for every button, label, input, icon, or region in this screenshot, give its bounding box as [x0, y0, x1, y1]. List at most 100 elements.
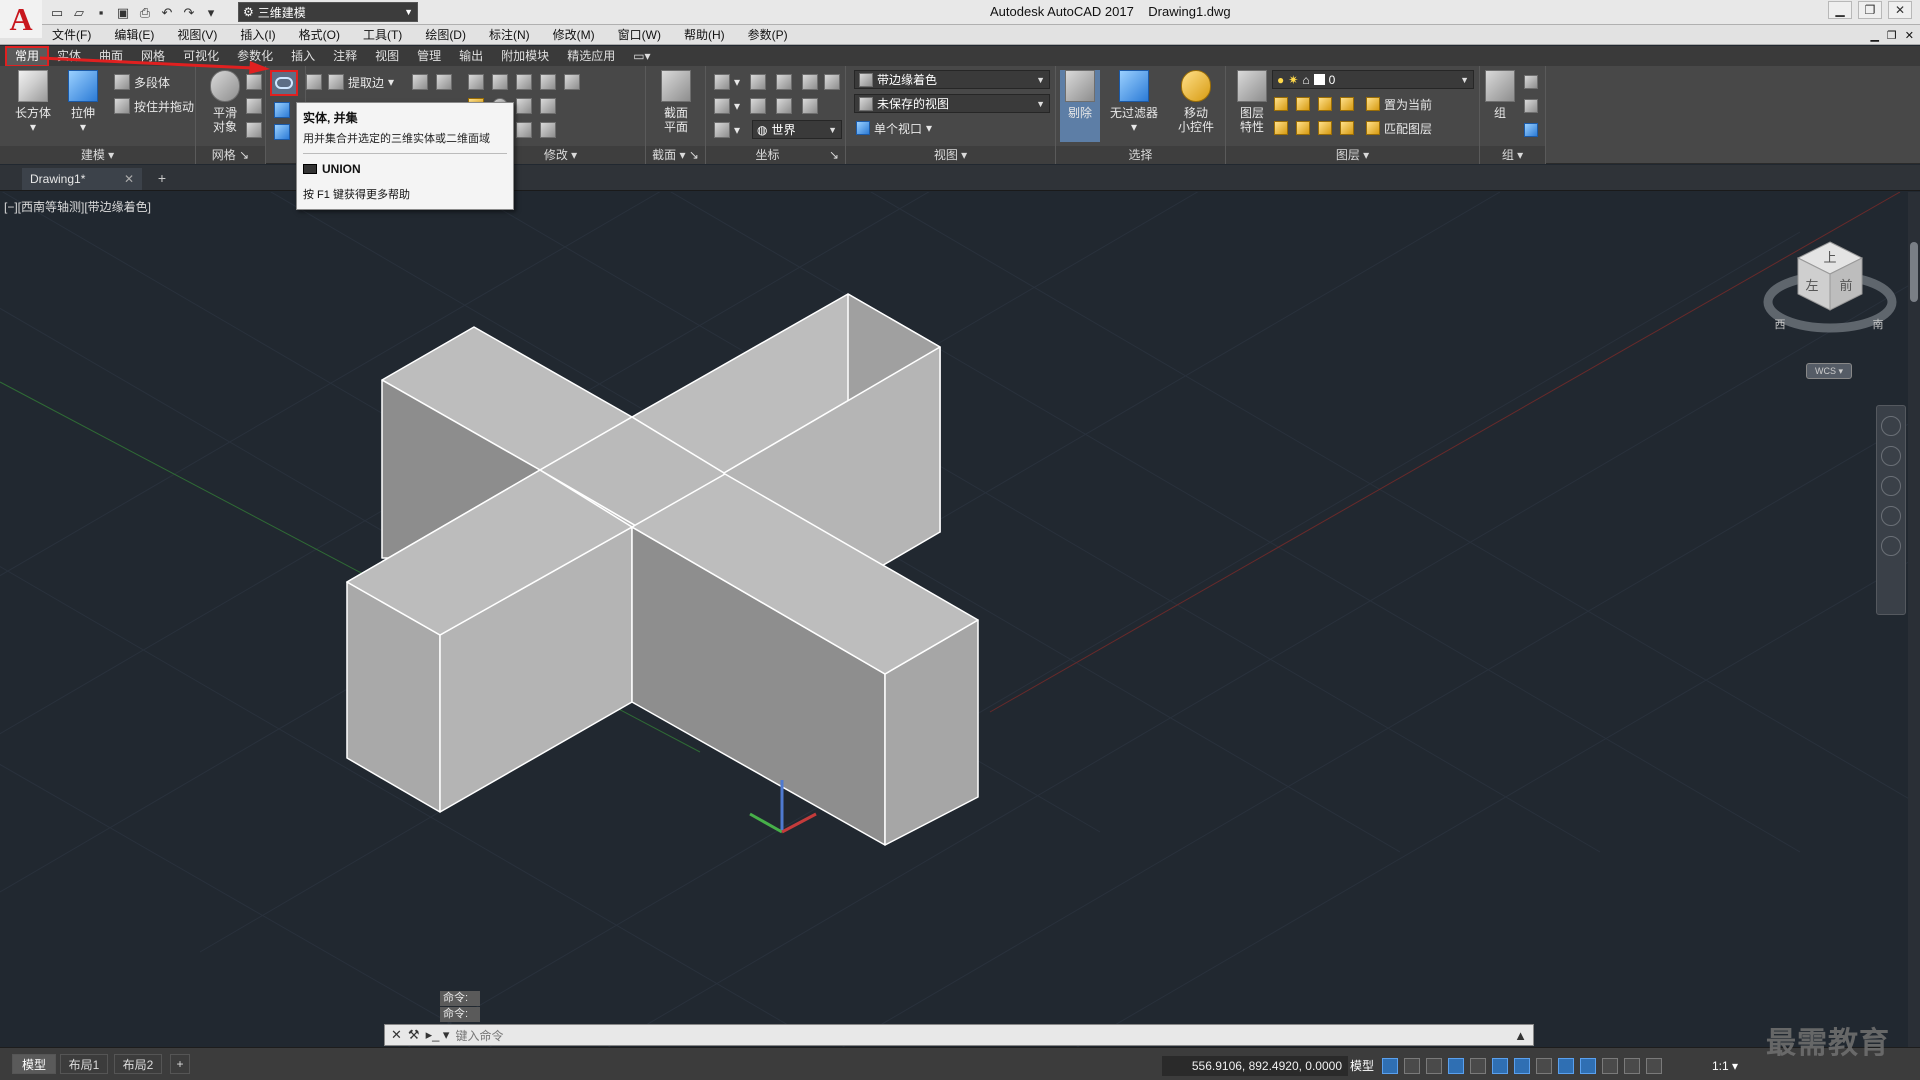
offset-button[interactable] — [412, 72, 428, 92]
layer-properties-button[interactable]: 图层 特性 — [1230, 70, 1274, 142]
wcs-menu-button[interactable]: WCS ▾ — [1806, 363, 1852, 379]
slice-button[interactable] — [306, 72, 322, 92]
menu-item-0[interactable]: 文件(F) — [52, 26, 91, 43]
ribbon-tab-6[interactable]: 插入 — [282, 47, 324, 66]
intersect-button[interactable] — [274, 122, 290, 142]
saved-view-select[interactable]: 未保存的视图 ▼ — [854, 94, 1050, 113]
menu-item-4[interactable]: 格式(O) — [299, 26, 340, 43]
ribbon-tab-3[interactable]: 网格 — [132, 47, 174, 66]
polar-icon[interactable] — [1448, 1058, 1464, 1074]
layer-tool-8[interactable] — [1340, 118, 1354, 138]
mirror-button[interactable] — [540, 72, 556, 92]
culling-button[interactable]: 剔除 — [1060, 70, 1100, 142]
viewcube[interactable]: 上 左 前 西 南 — [1760, 230, 1900, 350]
command-prompt-icon[interactable]: ▸_ ▾ — [426, 1027, 450, 1043]
group-tool-1[interactable] — [1524, 72, 1538, 92]
close-icon[interactable]: ✕ — [1888, 1, 1912, 19]
wrench-icon[interactable]: ⚒ — [408, 1027, 420, 1043]
layer-tool-5[interactable] — [1274, 118, 1288, 138]
modify-tool-h[interactable] — [540, 120, 556, 140]
ribbon-tab-4[interactable]: 可视化 — [174, 47, 228, 66]
scrollbar-thumb[interactable] — [1910, 242, 1918, 302]
group-tool-3[interactable] — [1524, 120, 1538, 140]
save-icon[interactable]: ▪ — [92, 4, 110, 22]
menu-item-8[interactable]: 修改(M) — [553, 26, 595, 43]
smooth-object-button[interactable]: 平滑 对象 — [200, 70, 250, 142]
chevron-up-icon[interactable]: ▲ — [1514, 1028, 1527, 1043]
ucs-tool-7[interactable] — [776, 96, 792, 116]
workspace-selector[interactable]: ⚙ 三维建模 ▼ — [238, 2, 418, 22]
panel-title-layers[interactable]: 图层 ▾ — [1226, 146, 1479, 164]
menu-item-1[interactable]: 编辑(E) — [114, 26, 154, 43]
object-snap-tracking-icon[interactable] — [1492, 1058, 1508, 1074]
ucs-tool-8[interactable] — [802, 96, 818, 116]
drawing-viewport[interactable]: [−][西南等轴测][带边缘着色] 上 左 前 西 南 WCS ▾ — [0, 192, 1920, 1047]
box-button[interactable]: 长方体 ▾ — [8, 70, 58, 142]
new-tab-button[interactable]: + — [152, 170, 172, 188]
ribbon-tab-11[interactable]: 附加模块 — [492, 47, 558, 66]
panel-title-groups[interactable]: 组 ▾ — [1480, 146, 1545, 164]
isodraft-icon[interactable] — [1470, 1058, 1486, 1074]
ucs-select[interactable]: ◍ 世界 ▼ — [752, 120, 842, 139]
modify-tool-d[interactable] — [540, 96, 556, 116]
ribbon-tab-12[interactable]: 精选应用 — [558, 47, 624, 66]
snap-icon[interactable] — [1404, 1058, 1420, 1074]
polysolid-button[interactable]: 多段体 — [114, 72, 170, 92]
panel-title-coordinates[interactable]: 坐标 ↘ — [706, 146, 845, 164]
move-button[interactable] — [516, 72, 532, 92]
viewport-controls-label[interactable]: [−][西南等轴测][带边缘着色] — [4, 198, 151, 215]
doc-restore-icon[interactable]: ❐ — [1887, 29, 1897, 42]
layer-tool-3[interactable] — [1318, 94, 1332, 114]
layer-tool-6[interactable] — [1296, 118, 1310, 138]
ribbon-tab-8[interactable]: 视图 — [366, 47, 408, 66]
match-layer-button[interactable]: 匹配图层 — [1366, 118, 1432, 138]
subtract-button[interactable] — [274, 100, 290, 120]
layer-tool-7[interactable] — [1318, 118, 1332, 138]
ortho-icon[interactable] — [1426, 1058, 1442, 1074]
panel-title-section[interactable]: 截面 ▾ ↘ — [646, 146, 705, 164]
extract-edges-button[interactable]: 提取边 ▾ — [328, 72, 394, 92]
panel-title-mesh[interactable]: 网格 ↘ — [196, 146, 265, 164]
ucs-tool-3[interactable] — [802, 72, 818, 92]
modify-tool-c[interactable] — [516, 96, 532, 116]
open-file-icon[interactable]: ▱ — [70, 4, 88, 22]
extrude-button[interactable]: 拉伸 ▾ — [58, 70, 108, 142]
visual-style-select[interactable]: 带边缘着色 ▼ — [854, 70, 1050, 89]
menu-item-6[interactable]: 绘图(D) — [425, 26, 466, 43]
file-tab-drawing1[interactable]: Drawing1* ✕ — [22, 168, 142, 190]
layer-select[interactable]: ● ✷ ⌂ 0 ▼ — [1272, 70, 1474, 89]
presspull-button[interactable]: 按住并拖动 — [114, 96, 194, 116]
ribbon-tab-menu-icon[interactable]: ▭▾ — [624, 47, 659, 66]
undo-icon[interactable]: ↶ — [158, 4, 176, 22]
gizmo-icon[interactable] — [1602, 1058, 1618, 1074]
move-gizmo-button[interactable]: 移动 小控件 — [1168, 70, 1224, 142]
layout-tab-0[interactable]: 模型 — [12, 1054, 56, 1074]
ucs-tool-1[interactable] — [750, 72, 766, 92]
layer-tool-1[interactable] — [1274, 94, 1288, 114]
command-line[interactable]: ✕ ⚒ ▸_ ▾ 键入命令 ▲ — [384, 1024, 1534, 1046]
orbit-icon[interactable] — [1881, 506, 1901, 526]
panel-title-view[interactable]: 视图 ▾ — [846, 146, 1055, 164]
menu-item-2[interactable]: 视图(V) — [177, 26, 217, 43]
ribbon-tab-5[interactable]: 参数化 — [228, 47, 282, 66]
union-button[interactable] — [270, 70, 298, 96]
mesh-tool-3[interactable] — [246, 120, 262, 140]
ribbon-tab-7[interactable]: 注释 — [324, 47, 366, 66]
doc-close-icon[interactable]: ✕ — [1905, 29, 1914, 42]
steering-wheel-icon[interactable] — [1881, 416, 1901, 436]
model-space-toggle[interactable]: 模型 — [1350, 1056, 1380, 1076]
command-input-placeholder[interactable]: 键入命令 — [455, 1027, 503, 1044]
ucs-tool-5[interactable]: ▾ — [714, 96, 740, 116]
restore-icon[interactable]: ❐ — [1858, 1, 1882, 19]
minimize-icon[interactable]: ▁ — [1828, 1, 1852, 19]
panel-title-modeling[interactable]: 建模 ▾ — [0, 146, 195, 164]
menu-item-7[interactable]: 标注(N) — [489, 26, 530, 43]
ribbon-tab-9[interactable]: 管理 — [408, 47, 450, 66]
showmotion-icon[interactable] — [1881, 536, 1901, 556]
viewport-config-button[interactable]: 单个视口 ▾ — [856, 118, 932, 138]
selection-cycling-icon[interactable] — [1580, 1058, 1596, 1074]
set-current-button[interactable]: 置为当前 — [1366, 94, 1432, 114]
coordinate-readout[interactable]: 556.9106, 892.4920, 0.0000 — [1162, 1056, 1348, 1076]
ucs-tool-6[interactable] — [750, 96, 766, 116]
save-as-icon[interactable]: ▣ — [114, 4, 132, 22]
